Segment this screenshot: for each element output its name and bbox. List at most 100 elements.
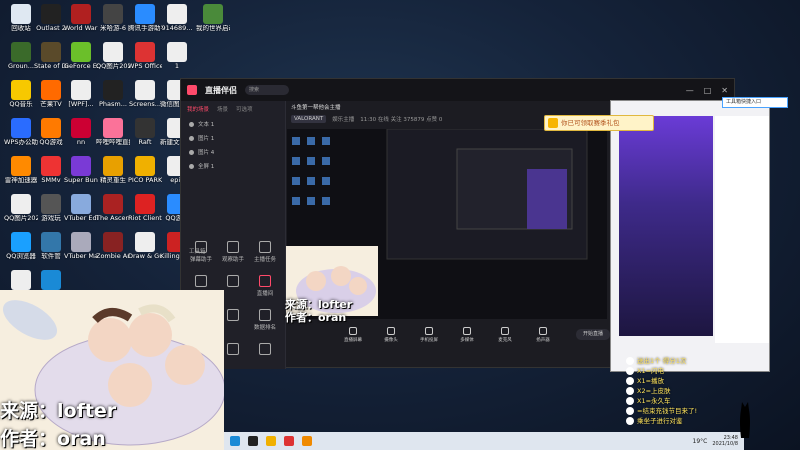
tool-item[interactable]: [249, 343, 281, 357]
desktop-icon[interactable]: 软件管: [34, 232, 68, 260]
desktop-icon[interactable]: Riot Client: [128, 194, 162, 222]
eye-icon[interactable]: [189, 121, 194, 127]
desktop-icon[interactable]: PICO PARK: [128, 156, 162, 184]
desktop-icon[interactable]: 雷神加速器: [4, 156, 38, 184]
maximize-icon[interactable]: □: [704, 86, 712, 95]
terminal-icon[interactable]: [248, 436, 258, 446]
bottom-tool-button[interactable]: 扬声器: [531, 327, 555, 343]
desktop-icon[interactable]: Zombie Army 4: [96, 232, 130, 260]
layer-item[interactable]: 文本 1: [181, 117, 285, 131]
desktop-icon-label: GeForce Experie...: [64, 63, 98, 70]
bottom-tool-icon: [425, 327, 433, 335]
bottom-tool-button[interactable]: 直播屏幕: [341, 327, 365, 343]
layer-item[interactable]: 图片 4: [181, 145, 285, 159]
eye-icon[interactable]: [189, 163, 194, 169]
tab-my-scenes[interactable]: 我的场景: [187, 105, 209, 113]
bottom-tool-icon: [349, 327, 357, 335]
desktop-icon[interactable]: State of Decay 2: [34, 42, 68, 70]
desktop-icon[interactable]: 芒果TV: [34, 80, 68, 108]
desktop-icon-label: 914689...: [161, 25, 193, 32]
gift-notice-bar[interactable]: 你已可领取赛季礼包: [544, 115, 654, 131]
app-search-input[interactable]: 搜索: [245, 85, 289, 95]
tool-item[interactable]: 弹幕助手: [185, 241, 217, 263]
start-icon[interactable]: [230, 436, 240, 446]
start-live-button[interactable]: 开始直播: [576, 329, 610, 340]
desktop-icon[interactable]: nn: [64, 118, 98, 146]
desktop-icon[interactable]: WPS Office: [128, 42, 162, 70]
desktop-icon[interactable]: 腾讯手游助手: [128, 4, 162, 32]
desktop-icon-label: nn: [76, 139, 86, 146]
eye-icon[interactable]: [189, 149, 194, 155]
tool-item[interactable]: 观察助手: [217, 241, 249, 263]
desktop-icon[interactable]: GeForce Experie...: [64, 42, 98, 70]
desktop-icon[interactable]: SMMv: [34, 156, 68, 184]
app-icon[interactable]: [284, 436, 294, 446]
game-tag[interactable]: VALORANT: [291, 115, 327, 123]
layer-item[interactable]: 图片 1: [181, 131, 285, 145]
app-icon-2[interactable]: [302, 436, 312, 446]
app-icon: [71, 156, 91, 176]
app-icon: [103, 232, 123, 252]
desktop-icon[interactable]: 914689...: [160, 4, 194, 32]
desktop-icon-label: 芒果TV: [40, 101, 62, 108]
desktop-icon[interactable]: WPS办公助手: [4, 118, 38, 146]
desktop-icon[interactable]: 游戏玩: [34, 194, 68, 222]
chat-line: X2=上皮肤: [626, 386, 697, 396]
desktop-icon[interactable]: 精灵重生: [96, 156, 130, 184]
desktop-icon[interactable]: QQ音乐: [4, 80, 38, 108]
author-watermark: 作者：oran: [0, 428, 106, 450]
tool-item[interactable]: 主播任务: [249, 241, 281, 263]
bottom-tool-button[interactable]: 摄像头: [379, 327, 403, 343]
minimize-icon[interactable]: —: [686, 86, 694, 95]
desktop-icon[interactable]: 米哈游-6: [96, 4, 130, 32]
app-icon: [135, 4, 155, 24]
desktop-icon[interactable]: QQ图片2021 06...: [96, 42, 130, 70]
bottom-tool-button[interactable]: 多媒体: [455, 327, 479, 343]
avatar: [626, 397, 634, 405]
desktop-icon[interactable]: Phasm...: [96, 80, 130, 108]
desktop-icon-label: QQ浏览器: [6, 253, 36, 260]
desktop-icon[interactable]: QQ图片2021...: [4, 194, 38, 222]
source-watermark: 来源：lofter: [0, 400, 117, 422]
desktop-icon[interactable]: VTuber Editor: [64, 194, 98, 222]
clock[interactable]: 23:48 2021/10/8: [712, 435, 738, 447]
tool-label: 直播间: [256, 291, 274, 297]
desktop-icon[interactable]: The Ascent: [96, 194, 130, 222]
taskbar: 19°C 23:48 2021/10/8: [224, 432, 744, 450]
close-icon[interactable]: ✕: [721, 86, 728, 95]
desktop-icon[interactable]: 我的世界启动器: [196, 4, 230, 32]
layer-item[interactable]: 全屏 1: [181, 159, 285, 173]
desktop-icon[interactable]: VTuber Maker: [64, 232, 98, 260]
tool-icon: [227, 343, 239, 355]
toolbox-shortcut[interactable]: 工具箱快捷入口: [722, 97, 788, 108]
desktop-icon[interactable]: QQ游戏: [34, 118, 68, 146]
desktop-icon-label: 游戏玩: [41, 215, 61, 222]
bottom-tool-button[interactable]: 麦克风: [493, 327, 517, 343]
bottom-tool-button[interactable]: 手机投屏: [417, 327, 441, 343]
folder-icon[interactable]: [266, 436, 276, 446]
desktop-icon[interactable]: 哔哩哔哩直播姬: [96, 118, 130, 146]
desktop-icon[interactable]: Draw & Guess: [128, 232, 162, 260]
desktop-icon[interactable]: 1: [160, 42, 194, 70]
tool-item[interactable]: 直播间: [249, 275, 281, 297]
app-icon: [41, 118, 61, 138]
tool-icon: [227, 275, 239, 287]
desktop-icon[interactable]: 回收站: [4, 4, 38, 32]
desktop-icon[interactable]: Groun...: [4, 42, 38, 70]
desktop-icon[interactable]: Screens...: [128, 80, 162, 108]
desktop-icon-label: Groun...: [8, 63, 34, 70]
desktop-icon-label: 雷神加速器: [4, 177, 38, 184]
chat-pane: [715, 116, 769, 343]
tab-scenes[interactable]: 场景: [217, 105, 228, 113]
desktop-icon[interactable]: QQ浏览器: [4, 232, 38, 260]
desktop-icon[interactable]: World War Z: [64, 4, 98, 32]
desktop-icon[interactable]: Outlast 2: [34, 4, 68, 32]
tool-label: 数据排名: [253, 325, 276, 331]
tab-options[interactable]: 可选项: [236, 105, 253, 113]
desktop-icon[interactable]: Raft: [128, 118, 162, 146]
eye-icon[interactable]: [189, 135, 194, 141]
game-banner[interactable]: [619, 116, 713, 336]
tool-item[interactable]: 数据排名: [249, 309, 281, 331]
desktop-icon[interactable]: Super Bun...: [64, 156, 98, 184]
desktop-icon[interactable]: [WPF]...: [64, 80, 98, 108]
